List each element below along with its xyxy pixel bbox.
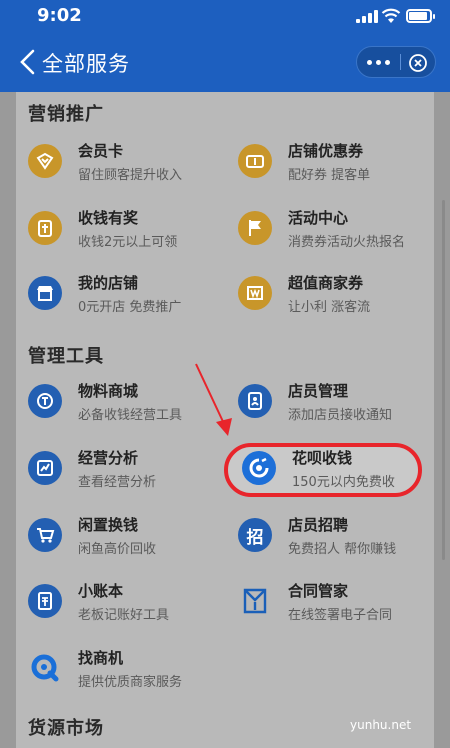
service-business-analysis[interactable]: 经营分析 查看经营分析 [28,447,228,499]
member-card-icon [28,144,62,178]
service-name: 我的店铺 [78,274,139,292]
status-time: 9:02 [37,5,82,26]
recruit-glyph: 招 [246,527,264,548]
signal-icon [356,10,378,23]
coupon-icon [238,144,272,178]
merchant-coupon-icon [238,276,272,310]
service-desc: 让小利 涨客流 [288,300,371,315]
close-icon[interactable] [408,53,428,73]
watermark: yunhu.net [350,718,412,732]
service-my-shop[interactable]: 我的店铺 0元开店 免费推广 [28,272,228,324]
service-name: 店铺优惠券 [288,142,364,160]
page-title: 全部服务 [42,52,130,76]
service-huabei-payment[interactable]: 花呗收钱 150元以内免费收 [242,447,442,499]
idle-cart-icon [28,518,62,552]
service-name: 超值商家券 [288,274,364,292]
dot-icon [375,59,381,65]
service-name: 店员管理 [288,382,349,400]
service-desc: 150元以内免费收 [292,475,395,490]
battery-icon [406,9,435,23]
recruit-icon: 招 [238,518,272,552]
service-name: 收钱有奖 [78,209,139,227]
scrollbar[interactable] [442,200,445,560]
section-title-management: 管理工具 [28,346,104,367]
section-title-marketing: 营销推广 [28,104,104,125]
service-name: 经营分析 [78,449,139,467]
header: 9:02 全部服务 [0,0,450,92]
service-small-ledger[interactable]: 小账本 老板记账好工具 [28,580,228,632]
capsule-divider [400,54,401,70]
service-idle-exchange[interactable]: 闲置换钱 闲鱼高价回收 [28,514,228,566]
service-desc: 老板记账好工具 [78,608,170,623]
service-merchant-coupon[interactable]: 超值商家券 让小利 涨客流 [238,272,438,324]
service-name: 找商机 [78,649,124,667]
status-bar: 9:02 [0,0,450,34]
nav-bar: 全部服务 [0,34,450,92]
staff-icon [238,384,272,418]
service-desc: 配好券 提客单 [288,168,371,183]
service-desc: 0元开店 免费推广 [78,300,182,315]
service-name: 物料商城 [78,382,139,400]
service-name: 花呗收钱 [292,449,353,467]
contract-icon [238,584,272,618]
service-name: 活动中心 [288,209,349,227]
service-desc: 留住顾客提升收入 [78,168,183,183]
gift-icon [28,211,62,245]
service-desc: 消费券活动火热报名 [288,235,406,250]
service-desc: 添加店员接收通知 [288,408,393,423]
service-desc: 必备收钱经营工具 [78,408,183,423]
opportunity-icon [28,651,62,685]
service-name: 合同管家 [288,582,349,600]
service-member-card[interactable]: 会员卡 留住顾客提升收入 [28,140,228,192]
service-name: 小账本 [78,582,124,600]
mini-program-capsule [356,46,436,78]
analysis-icon [28,451,62,485]
service-desc: 免费招人 帮你赚钱 [288,542,397,557]
service-find-opportunity[interactable]: 找商机 提供优质商家服务 [28,647,228,699]
wifi-icon [381,8,401,23]
shop-icon [28,276,62,310]
dot-icon [366,59,372,65]
dot-icon [384,59,390,65]
service-name: 会员卡 [78,142,124,160]
service-desc: 查看经营分析 [78,475,157,490]
flag-icon [238,211,272,245]
service-desc: 闲鱼高价回收 [78,542,157,557]
ledger-icon [28,584,62,618]
service-desc: 收钱2元以上可领 [78,235,178,250]
service-store-coupon[interactable]: 店铺优惠券 配好券 提客单 [238,140,438,192]
service-staff-recruit[interactable]: 招 店员招聘 免费招人 帮你赚钱 [238,514,438,566]
service-name: 闲置换钱 [78,516,139,534]
service-staff-management[interactable]: 店员管理 添加店员接收通知 [238,380,438,432]
huabei-icon [242,451,276,485]
service-name: 店员招聘 [288,516,349,534]
service-contract-manager[interactable]: 合同管家 在线签署电子合同 [238,580,438,632]
back-icon[interactable] [16,48,40,76]
pointer-arrow-icon [195,363,232,436]
service-desc: 在线签署电子合同 [288,608,393,623]
service-activity-center[interactable]: 活动中心 消费券活动火热报名 [238,207,438,259]
service-cash-reward[interactable]: 收钱有奖 收钱2元以上可领 [28,207,228,259]
section-title-sourcing: 货源市场 [28,718,104,739]
more-button[interactable] [357,47,399,77]
material-mall-icon [28,384,62,418]
service-desc: 提供优质商家服务 [78,675,183,690]
